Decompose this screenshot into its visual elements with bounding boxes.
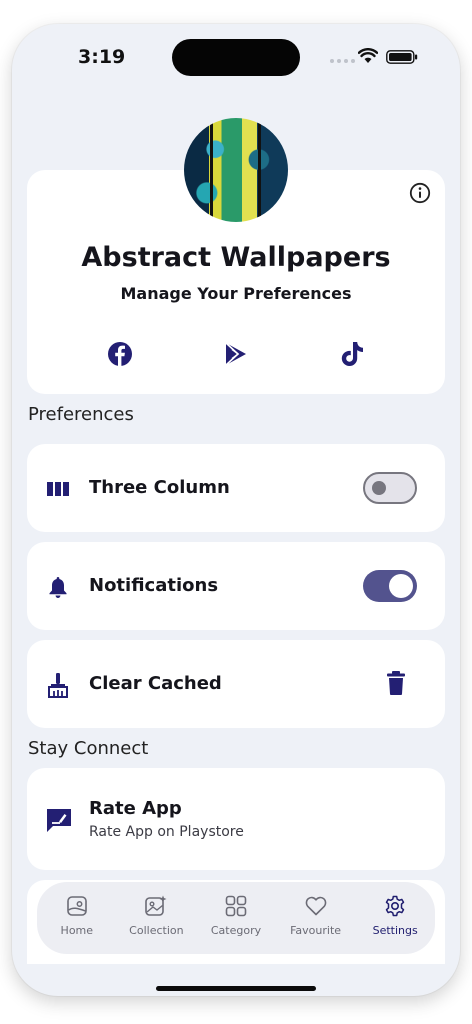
bottom-nav-container: Home Collection Category Favourite Setti… xyxy=(27,880,445,964)
toggle-knob xyxy=(372,481,386,495)
nav-settings-label: Settings xyxy=(372,924,418,937)
columns-icon xyxy=(47,482,69,496)
clear-cached-label: Clear Cached xyxy=(89,673,222,694)
wifi-icon xyxy=(358,48,378,63)
play-store-icon[interactable] xyxy=(222,340,250,368)
nav-collection-label: Collection xyxy=(129,924,184,937)
home-image-icon xyxy=(66,896,87,916)
bottom-nav: Home Collection Category Favourite Setti… xyxy=(37,882,435,954)
nav-category[interactable]: Category xyxy=(196,882,276,954)
heart-icon xyxy=(305,896,326,916)
rate-app-card[interactable]: Rate App Rate App on Playstore xyxy=(27,768,445,870)
three-column-toggle[interactable] xyxy=(363,472,417,504)
rate-edit-icon xyxy=(47,809,71,832)
facebook-icon[interactable] xyxy=(106,340,134,368)
info-icon[interactable] xyxy=(409,182,431,204)
nav-favourite-label: Favourite xyxy=(290,924,342,937)
nav-category-label: Category xyxy=(210,924,262,937)
app-logo-avatar xyxy=(184,118,288,222)
category-grid-icon xyxy=(225,895,247,917)
battery-icon xyxy=(386,50,418,64)
three-column-label: Three Column xyxy=(89,477,230,498)
rate-app-sublabel: Rate App on Playstore xyxy=(89,824,244,840)
preference-three-column: Three Column xyxy=(27,444,445,532)
app-subtitle: Manage Your Preferences xyxy=(120,284,352,303)
nav-settings[interactable]: Settings xyxy=(355,882,435,954)
preference-notifications: Notifications xyxy=(27,542,445,630)
broom-icon xyxy=(48,673,68,698)
notifications-toggle[interactable] xyxy=(363,570,417,602)
preference-clear-cache: Clear Cached xyxy=(27,640,445,728)
tiktok-icon[interactable] xyxy=(338,340,366,368)
nav-home-label: Home xyxy=(60,924,94,937)
notifications-label: Notifications xyxy=(89,575,219,596)
signal-dots-icon xyxy=(330,59,355,63)
gear-icon xyxy=(385,895,405,917)
dynamic-island xyxy=(172,39,300,76)
toggle-knob xyxy=(389,574,413,598)
section-title-preferences: Preferences xyxy=(28,404,134,425)
rate-app-label: Rate App xyxy=(89,798,182,819)
nav-home[interactable]: Home xyxy=(37,882,117,954)
bell-icon xyxy=(49,577,67,598)
phone-screen: 3:19 Abstract Wallpapers Manage Your Pre… xyxy=(12,24,460,996)
app-title: Abstract Wallpapers xyxy=(81,242,391,273)
status-time: 3:19 xyxy=(78,46,126,68)
trash-icon[interactable] xyxy=(385,670,407,696)
collection-icon xyxy=(145,895,167,916)
nav-favourite[interactable]: Favourite xyxy=(276,882,356,954)
nav-collection[interactable]: Collection xyxy=(117,882,197,954)
section-title-stay-connect: Stay Connect xyxy=(28,738,149,759)
home-indicator[interactable] xyxy=(156,986,316,991)
